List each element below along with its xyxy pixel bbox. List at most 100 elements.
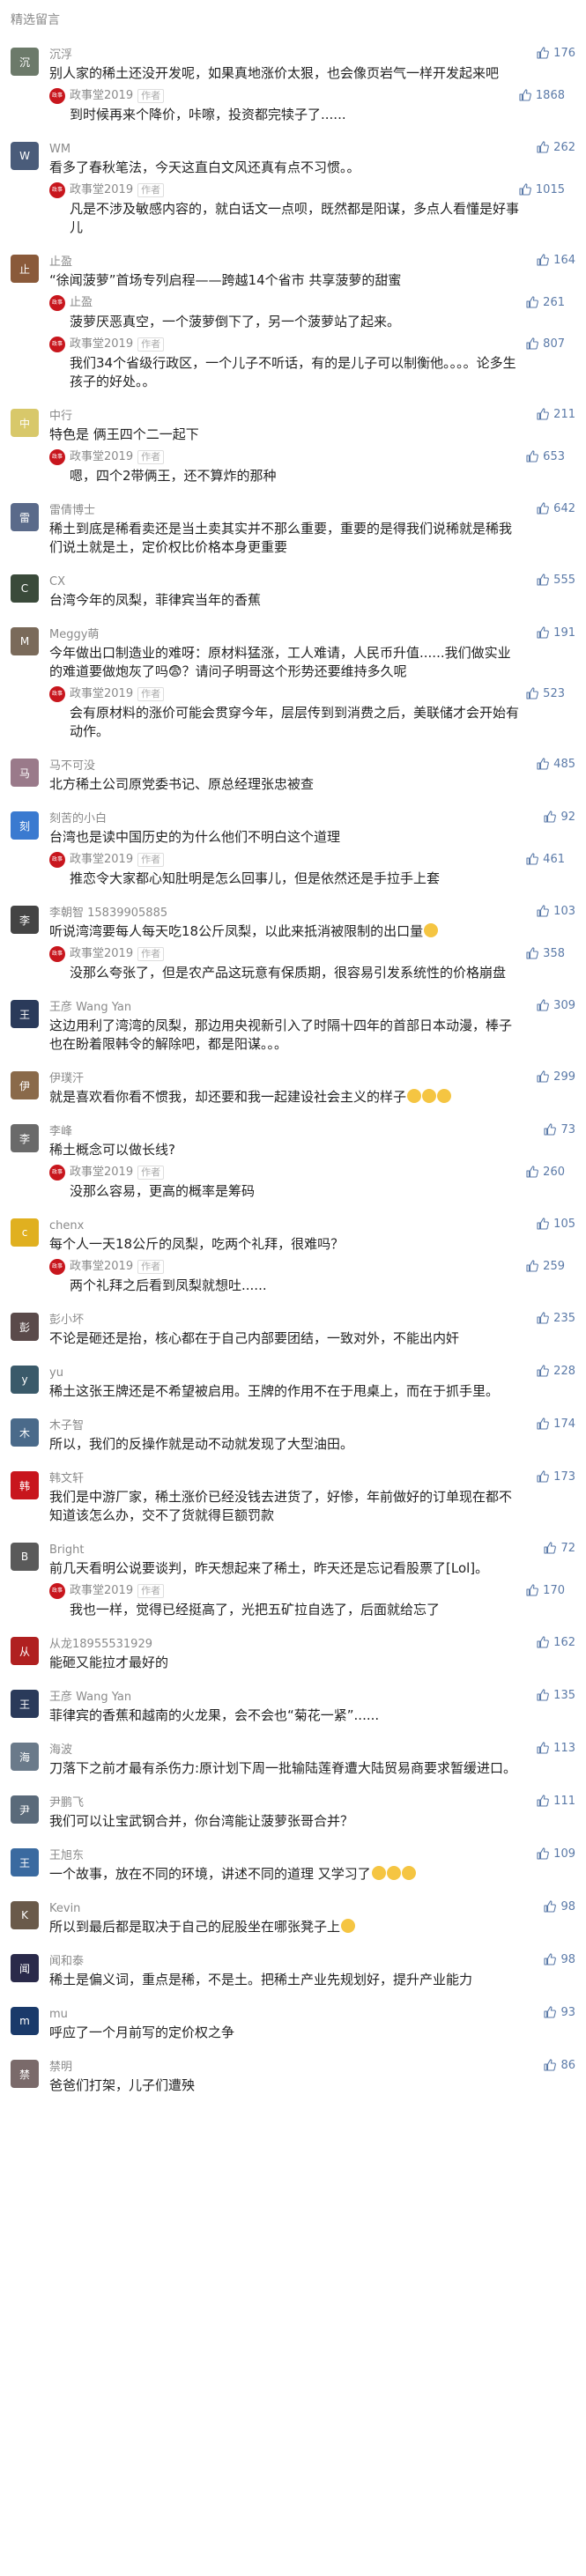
user-avatar[interactable]: 李	[11, 906, 39, 934]
commenter-name[interactable]: 木子智	[49, 1415, 523, 1434]
like-button[interactable]: 261	[525, 295, 565, 309]
thumbs-up-icon[interactable]	[543, 1122, 557, 1136]
thumbs-up-icon[interactable]	[536, 1217, 550, 1231]
reply-author-name[interactable]: 政事堂2019	[70, 1165, 133, 1181]
commenter-name[interactable]: Meggy萌	[49, 624, 523, 643]
thumbs-up-icon[interactable]	[525, 295, 539, 309]
thumbs-up-icon[interactable]	[543, 2058, 557, 2072]
reply-author-name[interactable]: 政事堂2019	[70, 88, 133, 104]
commenter-name[interactable]: Bright	[49, 1539, 523, 1558]
thumbs-up-icon[interactable]	[518, 88, 532, 102]
thumbs-up-icon[interactable]	[525, 1259, 539, 1273]
commenter-name[interactable]: 马不可没	[49, 755, 523, 774]
like-button[interactable]: 105	[536, 1217, 575, 1231]
thumbs-up-icon[interactable]	[536, 1688, 550, 1702]
thumbs-up-icon[interactable]	[536, 904, 550, 918]
like-button[interactable]: 299	[536, 1070, 575, 1084]
user-avatar[interactable]: M	[11, 627, 39, 655]
author-avatar[interactable]: 政事	[49, 946, 65, 962]
commenter-name[interactable]: 李峰	[49, 1121, 523, 1140]
like-button[interactable]: 98	[543, 1899, 575, 1913]
thumbs-up-icon[interactable]	[536, 1741, 550, 1755]
user-avatar[interactable]: 闻	[11, 1954, 39, 1982]
commenter-name[interactable]: 中行	[49, 405, 523, 425]
reply-author-name[interactable]: 政事堂2019	[70, 1583, 133, 1599]
commenter-name[interactable]: 雷倩博士	[49, 500, 523, 519]
author-avatar[interactable]: 政事	[49, 337, 65, 352]
user-avatar[interactable]: 从	[11, 1637, 39, 1665]
thumbs-up-icon[interactable]	[525, 337, 539, 351]
commenter-name[interactable]: 禁明	[49, 2056, 523, 2076]
thumbs-up-icon[interactable]	[536, 1070, 550, 1084]
like-button[interactable]: 358	[525, 946, 565, 960]
reply-author-name[interactable]: 政事堂2019	[70, 686, 133, 702]
user-avatar[interactable]: 伊	[11, 1071, 39, 1099]
user-avatar[interactable]: 中	[11, 409, 39, 437]
like-button[interactable]: 73	[543, 1122, 575, 1136]
user-avatar[interactable]: y	[11, 1366, 39, 1394]
thumbs-up-icon[interactable]	[536, 407, 550, 421]
like-button[interactable]: 260	[525, 1165, 565, 1179]
like-button[interactable]: 174	[536, 1417, 575, 1431]
commenter-name[interactable]: Kevin	[49, 1898, 523, 1917]
commenter-name[interactable]: 海波	[49, 1739, 523, 1758]
author-avatar[interactable]: 政事	[49, 1165, 65, 1181]
like-button[interactable]: 523	[525, 686, 565, 700]
reply-author-name[interactable]: 政事堂2019	[70, 1259, 133, 1275]
like-button[interactable]: 259	[525, 1259, 565, 1273]
like-button[interactable]: 98	[543, 1952, 575, 1966]
like-button[interactable]: 653	[525, 449, 565, 463]
thumbs-up-icon[interactable]	[543, 810, 557, 824]
like-button[interactable]: 1015	[518, 182, 565, 196]
user-avatar[interactable]: C	[11, 574, 39, 603]
like-button[interactable]: 164	[536, 253, 575, 267]
like-button[interactable]: 111	[536, 1794, 575, 1808]
thumbs-up-icon[interactable]	[525, 1583, 539, 1597]
user-avatar[interactable]: c	[11, 1218, 39, 1247]
thumbs-up-icon[interactable]	[536, 1847, 550, 1861]
user-avatar[interactable]: 王	[11, 1848, 39, 1876]
thumbs-up-icon[interactable]	[525, 449, 539, 463]
commenter-name[interactable]: mu	[49, 2003, 523, 2023]
commenter-name[interactable]: 王彦 Wang Yan	[49, 996, 523, 1016]
thumbs-up-icon[interactable]	[543, 2005, 557, 2019]
user-avatar[interactable]: 马	[11, 759, 39, 787]
thumbs-up-icon[interactable]	[525, 946, 539, 960]
reply-author-name[interactable]: 政事堂2019	[70, 337, 133, 352]
commenter-name[interactable]: 伊璞汗	[49, 1068, 523, 1087]
thumbs-up-icon[interactable]	[536, 573, 550, 587]
user-avatar[interactable]: 禁	[11, 2060, 39, 2088]
like-button[interactable]: 309	[536, 998, 575, 1012]
like-button[interactable]: 103	[536, 904, 575, 918]
thumbs-up-icon[interactable]	[536, 998, 550, 1012]
like-button[interactable]: 262	[536, 140, 575, 154]
thumbs-up-icon[interactable]	[536, 1794, 550, 1808]
thumbs-up-icon[interactable]	[543, 1952, 557, 1966]
thumbs-up-icon[interactable]	[536, 140, 550, 154]
user-avatar[interactable]: K	[11, 1901, 39, 1929]
thumbs-up-icon[interactable]	[536, 1635, 550, 1649]
commenter-name[interactable]: 尹鹏飞	[49, 1792, 523, 1811]
thumbs-up-icon[interactable]	[536, 501, 550, 515]
commenter-name[interactable]: 彭小坏	[49, 1309, 523, 1329]
reply-author-name[interactable]: 政事堂2019	[70, 449, 133, 465]
thumbs-up-icon[interactable]	[536, 46, 550, 60]
commenter-name[interactable]: yu	[49, 1362, 523, 1381]
user-avatar[interactable]: 雷	[11, 503, 39, 531]
author-avatar[interactable]: 政事	[49, 1259, 65, 1275]
commenter-name[interactable]: 王旭东	[49, 1845, 523, 1864]
like-button[interactable]: 642	[536, 501, 575, 515]
reply-author-name[interactable]: 政事堂2019	[70, 946, 133, 962]
reply-author-name[interactable]: 止盈	[70, 295, 93, 311]
commenter-name[interactable]: 止盈	[49, 251, 523, 270]
like-button[interactable]: 135	[536, 1688, 575, 1702]
like-button[interactable]: 555	[536, 573, 575, 587]
thumbs-up-icon[interactable]	[525, 1165, 539, 1179]
like-button[interactable]: 93	[543, 2005, 575, 2019]
like-button[interactable]: 807	[525, 337, 565, 351]
thumbs-up-icon[interactable]	[536, 1469, 550, 1484]
thumbs-up-icon[interactable]	[536, 625, 550, 640]
like-button[interactable]: 109	[536, 1847, 575, 1861]
user-avatar[interactable]: 刻	[11, 811, 39, 840]
like-button[interactable]: 211	[536, 407, 575, 421]
